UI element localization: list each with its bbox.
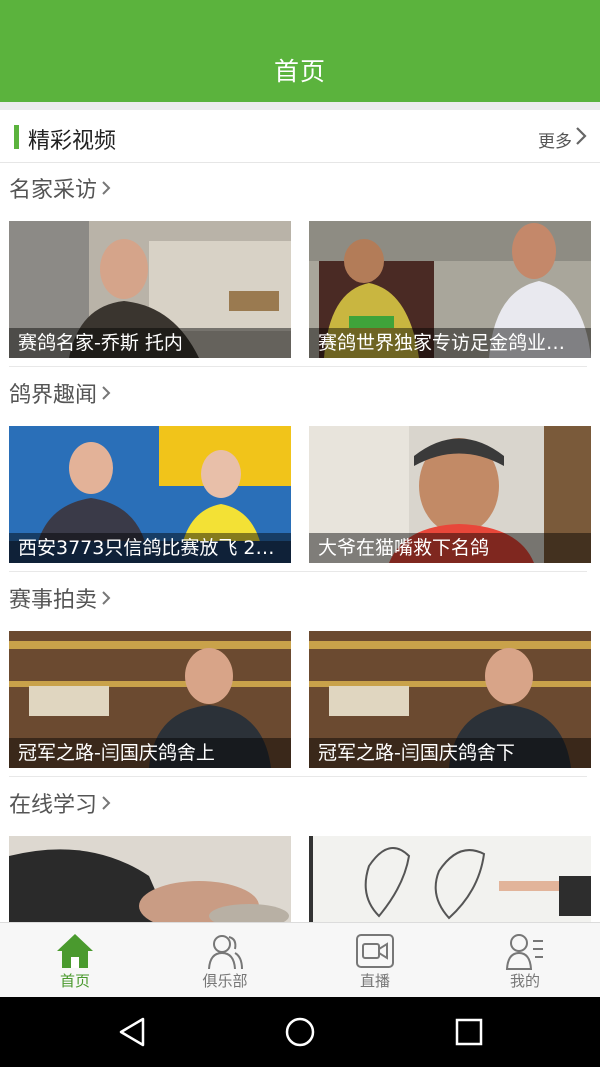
section-header: 精彩视频 更多 (0, 110, 600, 163)
bottom-tab-bar: 首页 俱乐部 直播 我的 (0, 922, 600, 997)
category-title-label: 赛事拍卖 (9, 588, 98, 613)
recents-icon[interactable] (452, 1015, 486, 1049)
category-title[interactable]: 赛事拍卖 (9, 582, 112, 614)
tab-label: 直播 (359, 972, 390, 990)
section-accent-bar (14, 125, 19, 149)
tab-label: 首页 (59, 972, 90, 990)
category-title[interactable]: 名家采访 (9, 172, 112, 204)
chevron-right-icon (102, 181, 111, 195)
video-card[interactable]: 西安3773只信鸽比赛放飞 24… (9, 426, 291, 563)
video-caption: 冠军之路-闫国庆鸽舍下 (318, 742, 515, 764)
video-thumbnail (309, 836, 591, 922)
video-thumbnail (9, 836, 291, 922)
video-caption: 赛鸽名家-乔斯 托内 (18, 332, 183, 354)
more-link[interactable]: 更多 (538, 127, 572, 152)
people-icon (208, 935, 243, 970)
video-caption: 赛鸽世界独家专访足金鸽业… (318, 332, 566, 354)
chevron-right-icon (102, 386, 111, 400)
app-header: 首页 (0, 0, 600, 102)
tab-profile[interactable]: 我的 (450, 923, 600, 998)
profile-icon (505, 934, 543, 970)
video-card[interactable]: 赛鸽名家-乔斯 托内 (9, 221, 291, 358)
divider (9, 571, 587, 572)
page-title: 首页 (273, 57, 326, 86)
category-title-label: 在线学习 (9, 793, 98, 818)
tab-club[interactable]: 俱乐部 (150, 923, 300, 998)
video-card[interactable]: 冠军之路-闫国庆鸽舍下 (309, 631, 591, 768)
video-caption: 西安3773只信鸽比赛放飞 24… (18, 537, 285, 559)
chevron-right-icon[interactable] (572, 125, 590, 147)
category-title-label: 鸽界趣闻 (9, 383, 98, 408)
chevron-right-icon (102, 591, 111, 605)
tab-label: 俱乐部 (202, 972, 248, 990)
category-title[interactable]: 在线学习 (9, 787, 112, 819)
divider (9, 366, 587, 367)
video-caption: 冠军之路-闫国庆鸽舍上 (18, 742, 215, 764)
tab-live[interactable]: 直播 (300, 923, 450, 998)
home-icon (57, 934, 93, 968)
divider (9, 776, 587, 777)
chevron-right-icon (102, 796, 111, 810)
tab-home[interactable]: 首页 (0, 923, 150, 998)
video-card[interactable]: 赛鸽世界独家专访足金鸽业… (309, 221, 591, 358)
video-card[interactable]: 冠军之路-闫国庆鸽舍上 (9, 631, 291, 768)
system-navigation-bar (0, 997, 600, 1067)
home-circle-icon[interactable] (283, 1015, 317, 1049)
video-caption: 大爷在猫嘴救下名鸽 (318, 537, 490, 559)
tab-label: 我的 (509, 972, 540, 990)
section-title: 精彩视频 (28, 129, 117, 154)
back-icon[interactable] (115, 1015, 149, 1049)
category-title-label: 名家采访 (9, 178, 98, 203)
video-card[interactable] (309, 836, 591, 922)
video-card[interactable]: 大爷在猫嘴救下名鸽 (309, 426, 591, 563)
video-camera-icon (356, 934, 394, 968)
header-divider (0, 102, 600, 110)
video-card[interactable] (9, 836, 291, 922)
category-title[interactable]: 鸽界趣闻 (9, 377, 112, 409)
